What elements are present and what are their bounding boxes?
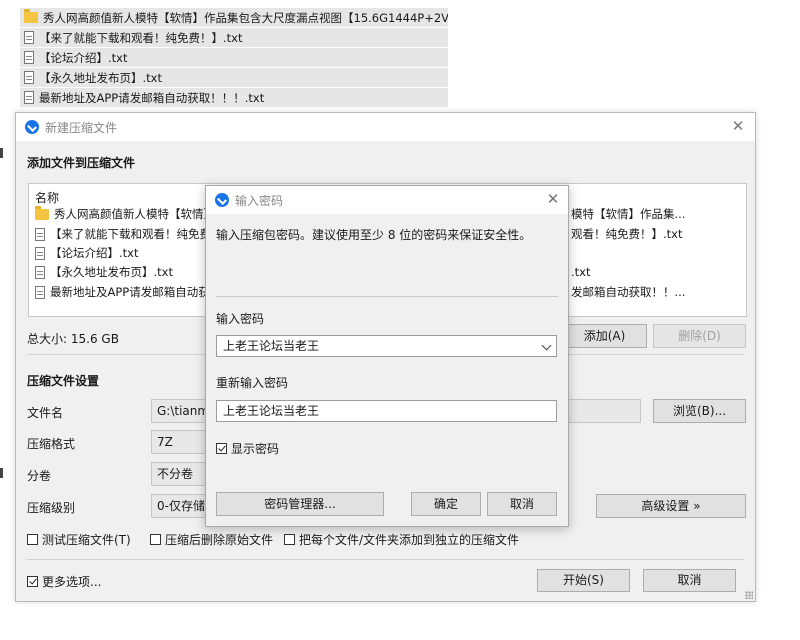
list-item-name: 【永久地址发布页】.txt: [39, 70, 162, 85]
password-value: 上老王论坛当老王: [223, 339, 320, 353]
file-list-row[interactable]: 【论坛介绍】.txt: [35, 244, 138, 262]
dialog-description: 输入压缩包密码。建议使用至少 8 位的密码来保证安全性。: [216, 228, 532, 242]
cancel-button[interactable]: 取消: [643, 569, 736, 592]
app-logo-icon: [215, 193, 229, 207]
separate-archives-label: 把每个文件/文件夹添加到独立的压缩文件: [299, 533, 520, 547]
dialog-title-bar: 输入密码 ✕: [206, 186, 568, 214]
text-file-icon: [35, 285, 45, 299]
test-archive-checkbox[interactable]: 测试压缩文件(T): [27, 531, 131, 548]
file-name-right: 观看！纯免费！】.txt: [571, 227, 683, 241]
checkbox-box[interactable]: [27, 534, 38, 545]
file-list-row[interactable]: 【来了就能下载和观看！纯免费: [35, 225, 211, 243]
background-list-item[interactable]: 【论坛介绍】.txt: [20, 48, 448, 67]
advanced-settings-button[interactable]: 高级设置 »: [596, 494, 746, 518]
password-input[interactable]: 上老王论坛当老王: [216, 335, 557, 357]
format-label: 压缩格式: [27, 437, 76, 451]
text-file-icon: [24, 71, 34, 84]
more-options-label: 更多选项...: [42, 575, 102, 589]
ok-button[interactable]: 确定: [411, 492, 481, 516]
text-file-icon: [35, 246, 45, 260]
dialog-cancel-button[interactable]: 取消: [487, 492, 557, 516]
split-label: 分卷: [27, 469, 52, 483]
section-heading-settings: 压缩文件设置: [27, 374, 100, 388]
show-password-checkbox[interactable]: 显示密码: [216, 440, 279, 457]
file-name-left: 【论坛介绍】.txt: [50, 246, 139, 260]
browse-button[interactable]: 浏览(B)...: [653, 399, 746, 423]
list-item-name: 【来了就能下载和观看！纯免费！】.txt: [39, 30, 243, 45]
divider: [27, 559, 744, 560]
file-list-row[interactable]: 秀人网高颜值新人模特【软情】: [35, 205, 215, 223]
file-name-left: 【永久地址发布页】.txt: [50, 265, 173, 279]
password-dialog: 输入密码 ✕ 输入压缩包密码。建议使用至少 8 位的密码来保证安全性。 输入密码…: [205, 185, 569, 527]
text-file-icon: [35, 265, 45, 279]
list-item-name: 秀人网高颜值新人模特【软情】作品集包含大尺度漏点视图【15.6G1444P+2V…: [43, 10, 448, 25]
app-logo-icon: [25, 120, 39, 134]
background-list-item[interactable]: 【来了就能下载和观看！纯免费！】.txt: [20, 28, 448, 47]
list-item-name: 【论坛介绍】.txt: [39, 50, 128, 65]
edge-marker: [0, 148, 3, 158]
background-file-list: 秀人网高颜值新人模特【软情】作品集包含大尺度漏点视图【15.6G1444P+2V…: [20, 8, 448, 108]
file-name-right: .txt: [571, 265, 591, 279]
section-heading-add-files: 添加文件到压缩文件: [27, 156, 136, 170]
text-file-icon: [24, 51, 34, 64]
test-archive-label: 测试压缩文件(T): [42, 533, 131, 547]
folder-icon: [24, 9, 38, 23]
checkbox-box[interactable]: [284, 534, 295, 545]
delete-after-checkbox[interactable]: 压缩后删除原始文件: [150, 531, 273, 548]
text-file-icon: [24, 31, 34, 44]
close-icon[interactable]: ✕: [729, 117, 747, 135]
confirm-password-input[interactable]: 上老王论坛当老王: [216, 400, 557, 422]
delete-after-label: 压缩后删除原始文件: [165, 533, 274, 547]
checkbox-box[interactable]: [27, 576, 38, 587]
background-list-item[interactable]: 【永久地址发布页】.txt: [20, 68, 448, 87]
text-file-icon: [24, 91, 34, 104]
dialog-title: 输入密码: [235, 193, 284, 208]
divider: [216, 296, 558, 297]
file-list-row[interactable]: 最新地址及APP请发邮箱自动获: [35, 283, 210, 301]
file-name-right: 发邮箱自动获取！！...: [571, 285, 686, 299]
file-name-right: 模特【软情】作品集...: [571, 207, 686, 221]
file-name-left: 秀人网高颜值新人模特【软情】: [54, 207, 215, 221]
checkbox-box[interactable]: [150, 534, 161, 545]
file-list-row[interactable]: 【永久地址发布页】.txt: [35, 263, 173, 281]
confirm-password-label: 重新输入密码: [216, 376, 289, 390]
list-item-name: 最新地址及APP请发邮箱自动获取！！！.txt: [39, 90, 265, 105]
add-button[interactable]: 添加(A): [562, 324, 647, 348]
checkbox-box[interactable]: [216, 443, 227, 454]
more-options-checkbox[interactable]: 更多选项...: [27, 573, 101, 590]
password-manager-button[interactable]: 密码管理器...: [216, 492, 384, 516]
file-name-left: 最新地址及APP请发邮箱自动获: [50, 285, 210, 299]
file-name-left: 【来了就能下载和观看！纯免费: [50, 227, 211, 241]
window-title: 新建压缩文件: [45, 120, 118, 135]
resize-grip-icon[interactable]: [745, 591, 753, 599]
start-button[interactable]: 开始(S): [537, 569, 630, 592]
password-label: 输入密码: [216, 312, 265, 326]
column-header-name[interactable]: 名称: [35, 189, 59, 206]
edge-marker: [0, 468, 3, 478]
delete-button[interactable]: 删除(D): [653, 324, 746, 348]
level-label: 压缩级别: [27, 501, 76, 515]
background-list-item[interactable]: 秀人网高颜值新人模特【软情】作品集包含大尺度漏点视图【15.6G1444P+2V…: [20, 8, 448, 27]
chevron-down-icon[interactable]: [541, 340, 552, 351]
filename-label: 文件名: [27, 406, 64, 420]
folder-icon: [35, 205, 49, 220]
background-list-item[interactable]: 最新地址及APP请发邮箱自动获取！！！.txt: [20, 88, 448, 107]
total-size: 总大小: 15.6 GB: [27, 332, 119, 346]
title-bar: 新建压缩文件 ✕: [16, 113, 755, 141]
text-file-icon: [35, 227, 45, 241]
separate-archives-checkbox[interactable]: 把每个文件/文件夹添加到独立的压缩文件: [284, 531, 519, 548]
close-icon[interactable]: ✕: [544, 190, 562, 208]
show-password-label: 显示密码: [231, 442, 280, 456]
